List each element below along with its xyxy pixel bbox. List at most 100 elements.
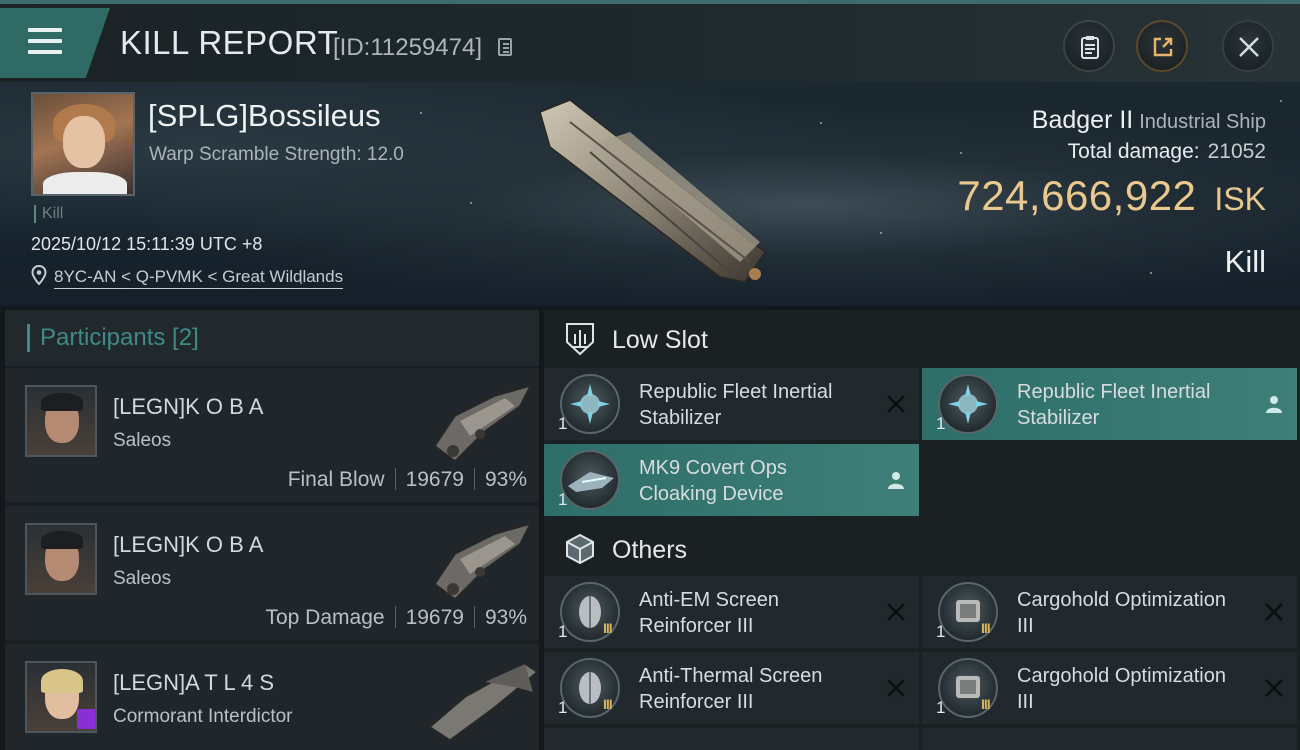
kill-location-link[interactable]: 8YC-AN < Q-PVMK < Great Wildlands [54,267,344,289]
star-decoration [820,122,822,124]
warp-scramble-strength: Warp Scramble Strength: 12.0 [149,144,404,165]
module-name: Republic Fleet Inertial Stabilizer [639,381,833,429]
module-glyph [948,384,988,424]
module-slot[interactable]: 1 III Cargohold Optimization III [922,576,1297,648]
location-pin-icon [31,265,47,285]
participant-ship: Saleos [113,430,172,451]
participants-title: Participants [2] [27,324,199,352]
inertial-stabilizer-icon [560,374,620,434]
ship-name-text: Badger II [1031,106,1134,134]
module-quantity: 1 [936,622,946,641]
total-damage: Total damage: 21052 [1068,140,1266,164]
module-name: Anti-Thermal Screen Reinforcer III [639,665,823,713]
modules-panel: Low Slot 1 Republic Fleet Inertial Stabi… [544,310,1300,750]
participant-ship: Saleos [113,568,172,589]
module-tier: III [981,620,991,636]
module-name: Anti-EM Screen Reinforcer III [639,589,780,637]
module-name: MK9 Covert Ops Cloaking Device [639,457,787,505]
module-slot[interactable]: 1 III Anti-EM Screen Reinforcer III [544,576,919,648]
low-slot-icon [566,323,594,356]
participant-name: [LEGN]K O B A [113,532,264,557]
participant-name: [LEGN]K O B A [113,394,264,419]
cube-icon [566,533,594,565]
inertial-stabilizer-icon [938,374,998,434]
participant-ship-image [433,522,532,600]
module-name: Republic Fleet Inertial Stabilizer [1017,381,1211,429]
avatar-cap [41,393,83,411]
dropped-person-icon [1266,396,1282,413]
module-slot[interactable]: 1 MK9 Covert Ops Cloaking Device [544,444,919,516]
ship-class-text: Industrial Ship [1139,111,1266,133]
participant-role: Final Blow [287,468,385,491]
module-slot[interactable]: 1 III Anti-Thermal Screen Reinforcer III [544,652,919,724]
participant-stats: Final Blow 19679 93% [288,468,527,492]
participant-role: Top Damage [265,606,385,629]
total-damage-value: 21052 [1207,140,1266,163]
destroyed-icon [1265,603,1283,621]
star-decoration [1280,100,1282,102]
low-slot-label: Low Slot [612,326,708,354]
stats-divider [394,606,396,628]
kill-tag: Kill [34,205,63,223]
close-icon [1239,37,1259,57]
participant-ship-image [428,663,539,741]
star-decoration [960,152,962,154]
participant-damage: 19679 [405,468,464,491]
copy-icon[interactable] [498,38,512,56]
module-slot-partial[interactable] [922,728,1297,750]
module-quantity: 1 [558,698,568,717]
module-quantity: 1 [936,414,946,433]
low-slot-header: Low Slot [544,310,1300,366]
participant-percent: 93% [484,468,527,491]
hamburger-icon [28,28,62,61]
participants-header: Participants [2] [5,310,539,366]
victim-ship-image[interactable] [530,92,780,292]
portrait-collar [43,172,127,194]
module-glyph [570,384,610,424]
isk-amount: 724,666,922 [957,172,1197,219]
module-glyph [568,472,614,492]
participant-name: [LEGN]A T L 4 S [113,670,275,695]
module-tier: III [603,620,613,636]
destroyed-icon [1265,679,1283,697]
module-slot-partial[interactable] [544,728,919,750]
isk-unit: ISK [1214,181,1266,217]
module-quantity: 1 [558,414,568,433]
module-slot[interactable]: 1 Republic Fleet Inertial Stabilizer [922,368,1297,440]
close-button[interactable] [1222,20,1274,72]
star-decoration [880,232,882,234]
module-slot[interactable]: 1 Republic Fleet Inertial Stabilizer [544,368,919,440]
stats-divider [473,606,475,628]
share-icon [1153,37,1173,57]
participant-row[interactable]: [LEGN]K O B A Saleos Final Blow 19679 93% [5,368,539,502]
share-button[interactable] [1136,20,1188,72]
avatar-hair [41,669,83,693]
cloaking-device-icon [560,450,620,510]
star-decoration [420,112,422,114]
participant-stats: Top Damage 19679 93% [265,606,527,630]
module-quantity: 1 [558,490,568,509]
victim-portrait[interactable] [31,92,135,196]
participant-avatar [25,661,97,733]
destroyed-icon [887,679,905,697]
participant-avatar [25,523,97,595]
star-decoration [470,202,472,204]
star-decoration [1150,272,1152,274]
victim-name[interactable]: [SPLG]Bossileus [148,98,381,134]
menu-button[interactable] [0,8,110,78]
total-damage-label: Total damage: [1067,140,1200,163]
participant-row[interactable]: [LEGN]K O B A Saleos Top Damage 19679 93% [5,506,539,640]
destroyed-icon [887,603,905,621]
victim-banner: [SPLG]Bossileus Warp Scramble Strength: … [0,82,1300,306]
others-label: Others [612,536,688,564]
victim-ship-name[interactable]: Badger II Industrial Ship [1032,106,1266,135]
portrait-face [63,116,105,168]
role-badge-icon [77,709,95,729]
kill-type-label: Kill [1224,244,1266,279]
participant-row[interactable]: [LEGN]A T L 4 S Cormorant Interdictor [5,644,539,750]
module-tier: III [981,696,991,712]
clipboard-button[interactable] [1063,20,1115,72]
module-slot[interactable]: 1 III Cargohold Optimization III [922,652,1297,724]
kill-datetime: 2025/10/12 15:11:39 UTC +8 [31,234,263,254]
participants-panel: Participants [2] [LEGN]K O B A Saleos Fi… [5,310,539,750]
